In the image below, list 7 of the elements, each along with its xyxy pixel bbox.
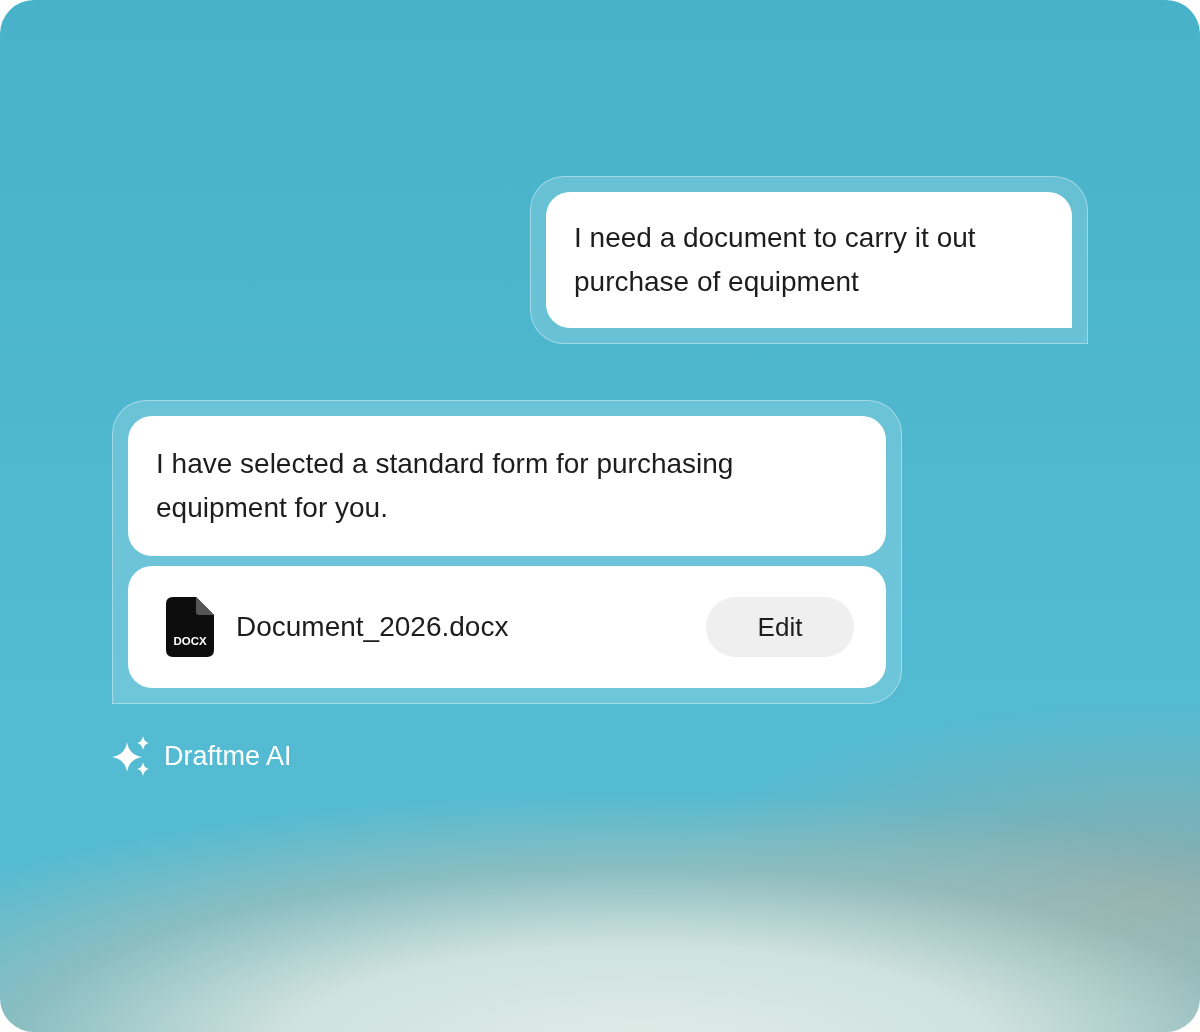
brand-name: Draftme AI [164, 740, 292, 772]
chat-message: I need a document to carry it out purchase of equipment [546, 192, 1072, 328]
edit-button[interactable]: Edit [706, 597, 854, 657]
file-icon [166, 597, 214, 657]
file-type-label: DOCX [172, 635, 208, 647]
file-name: Document_2026.docx [236, 611, 510, 643]
chat-message: I have selected a standard form for purchasing equipment for you. [128, 416, 886, 556]
